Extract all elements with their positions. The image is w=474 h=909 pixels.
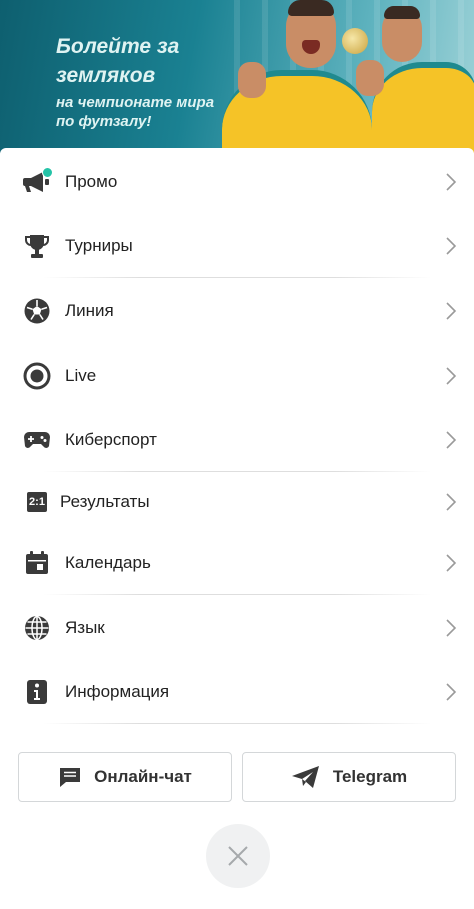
- menu-item-label: Live: [65, 366, 97, 385]
- chat-bubble-icon: [58, 766, 82, 788]
- chevron-right-icon: [446, 302, 457, 320]
- telegram-icon: [291, 765, 321, 789]
- banner-player-image: [384, 6, 420, 19]
- chevron-right-icon: [446, 431, 457, 449]
- chevron-right-icon: [446, 237, 457, 255]
- score-icon: 2:1: [23, 488, 51, 516]
- banner-subtitle: на чемпионате мира по футзалу!: [56, 94, 215, 130]
- divider: [42, 277, 432, 278]
- online-chat-button[interactable]: Онлайн-чат: [18, 752, 232, 802]
- menu-item-line[interactable]: Линия: [0, 286, 474, 336]
- menu-item-label: Линия: [65, 301, 114, 320]
- menu-item-label: Информация: [65, 682, 170, 701]
- close-icon: [228, 846, 248, 866]
- banner-player-image: [288, 0, 334, 16]
- menu-item-promo[interactable]: Промо: [0, 157, 474, 207]
- menu-item-label: Результаты: [60, 492, 150, 511]
- divider: [42, 471, 432, 472]
- banner-player-image: [356, 60, 384, 96]
- divider: [42, 594, 432, 595]
- chevron-right-icon: [446, 173, 457, 191]
- online-chat-label: Онлайн-чат: [94, 767, 192, 786]
- chevron-right-icon: [446, 619, 457, 637]
- menu-item-esports[interactable]: Киберспорт: [0, 415, 474, 465]
- promo-banner[interactable]: Болейте за земляков на чемпионате мира п…: [0, 0, 474, 160]
- menu-item-results[interactable]: 2:1 Результаты: [0, 477, 474, 527]
- trophy-icon: [23, 232, 51, 260]
- telegram-button[interactable]: Telegram: [242, 752, 456, 802]
- menu-item-label: Турниры: [65, 236, 133, 255]
- gamepad-icon: [23, 426, 51, 454]
- menu-item-calendar[interactable]: Календарь: [0, 538, 474, 588]
- chevron-right-icon: [446, 683, 457, 701]
- telegram-label: Telegram: [332, 767, 408, 786]
- banner-player-image: [238, 62, 266, 98]
- live-circle-icon: [23, 362, 51, 390]
- menu-item-language[interactable]: Язык: [0, 603, 474, 653]
- notification-dot: [42, 167, 53, 178]
- chevron-right-icon: [446, 367, 457, 385]
- soccer-ball-icon: [23, 297, 51, 325]
- calendar-icon: [23, 549, 51, 577]
- globe-icon: [23, 614, 51, 642]
- menu-item-label: Промо: [65, 172, 118, 191]
- close-button[interactable]: [206, 824, 270, 888]
- banner-title: Болейте за земляков: [56, 35, 180, 87]
- menu-item-information[interactable]: Информация: [0, 667, 474, 717]
- banner-player-image: [372, 62, 474, 160]
- menu-item-label: Календарь: [65, 553, 151, 572]
- chevron-right-icon: [446, 493, 457, 511]
- menu-item-label: Киберспорт: [65, 430, 157, 449]
- info-icon: [23, 678, 51, 706]
- menu-item-tournaments[interactable]: Турниры: [0, 221, 474, 271]
- menu-item-live[interactable]: Live: [0, 351, 474, 401]
- menu-item-label: Язык: [65, 618, 105, 637]
- trophy-image: [342, 28, 368, 54]
- divider: [42, 723, 432, 724]
- chevron-right-icon: [446, 554, 457, 572]
- score-icon-text: 2:1: [27, 492, 47, 512]
